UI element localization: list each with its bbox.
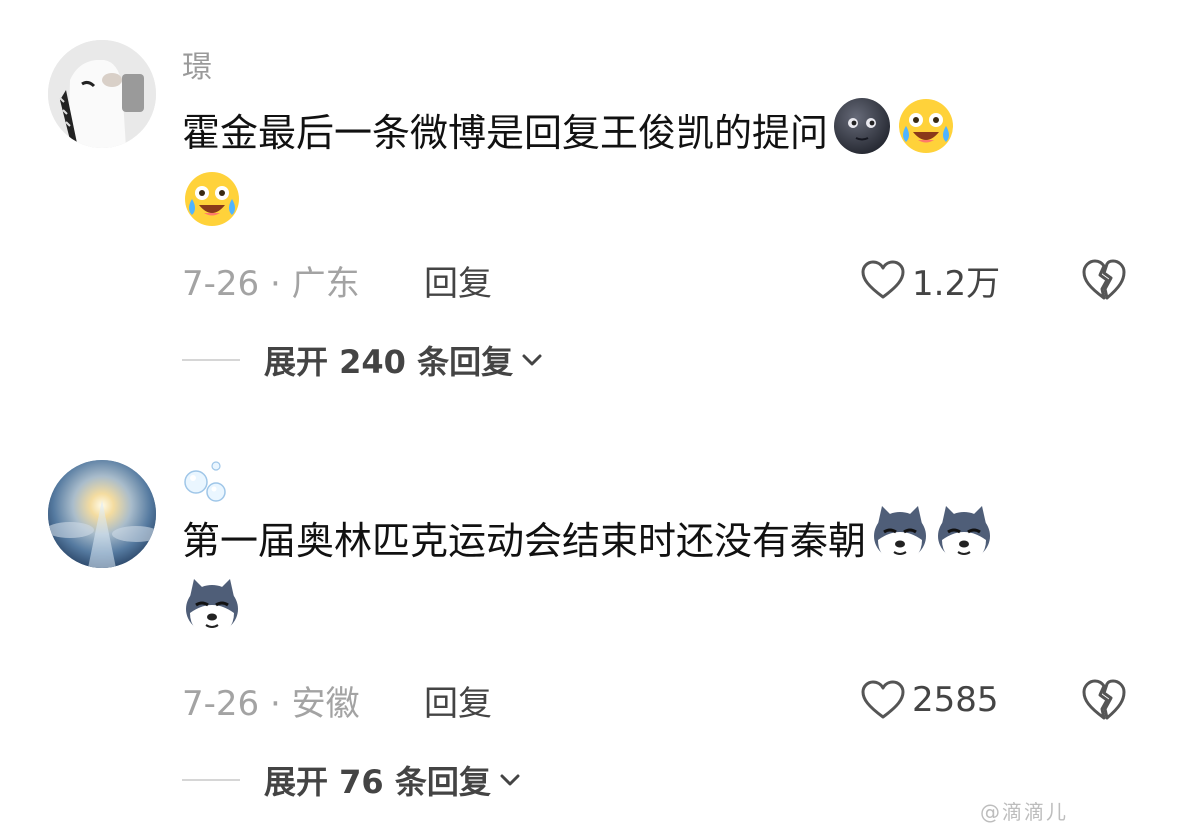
divider-line bbox=[182, 359, 240, 361]
username[interactable]: 璟 bbox=[182, 42, 212, 86]
crying-laughing-face-icon bbox=[182, 169, 242, 229]
comment-date-location: 7-26 · 广东 bbox=[182, 263, 360, 304]
bubbles-icon bbox=[184, 461, 226, 502]
chevron-down-icon bbox=[500, 774, 520, 786]
expand-replies-label: 展开 76 条回复 bbox=[264, 763, 491, 801]
heart-outline-icon bbox=[861, 260, 905, 299]
like-button[interactable]: 2585 bbox=[860, 678, 999, 722]
comment-date-location: 7-26 · 安徽 bbox=[182, 683, 360, 724]
divider-line bbox=[182, 779, 240, 781]
watermark: @滴滴儿 bbox=[980, 800, 1068, 824]
comments-page: 璟 霍金最后一条微博是回复王俊凯的提问 7-26 · 广东 回复 1.2万 展开… bbox=[0, 0, 1179, 833]
comment-text: 霍金最后一条微博是回复王俊凯的提问 bbox=[182, 96, 1142, 242]
reply-button[interactable]: 回复 bbox=[424, 258, 492, 304]
dislike-button[interactable] bbox=[1080, 676, 1128, 724]
expand-replies-button[interactable]: 展开 240 条回复 bbox=[182, 340, 543, 381]
heart-outline-icon bbox=[861, 680, 905, 719]
husky-dog-face-icon bbox=[934, 504, 994, 564]
like-count: 1.2万 bbox=[912, 263, 1001, 304]
avatar[interactable] bbox=[48, 460, 156, 568]
dark-moon-face-icon bbox=[832, 96, 892, 156]
broken-heart-icon bbox=[1082, 259, 1126, 300]
expand-replies-label: 展开 240 条回复 bbox=[264, 343, 514, 381]
like-count: 2585 bbox=[912, 680, 999, 720]
comment-text-content: 第一届奥林匹克运动会结束时还没有秦朝 bbox=[182, 519, 867, 563]
reply-button[interactable]: 回复 bbox=[424, 678, 492, 724]
chevron-down-icon bbox=[522, 354, 542, 366]
comment-text: 第一届奥林匹克运动会结束时还没有秦朝 bbox=[182, 504, 1142, 650]
avatar[interactable] bbox=[48, 40, 156, 148]
crying-laughing-face-icon bbox=[896, 96, 956, 156]
husky-dog-face-icon bbox=[182, 577, 242, 637]
dislike-button[interactable] bbox=[1080, 256, 1128, 304]
comment-text-content: 霍金最后一条微博是回复王俊凯的提问 bbox=[182, 111, 829, 155]
expand-replies-button[interactable]: 展开 76 条回复 bbox=[182, 760, 521, 801]
husky-dog-face-icon bbox=[870, 504, 930, 564]
broken-heart-icon bbox=[1082, 679, 1126, 720]
like-button[interactable]: 1.2万 bbox=[860, 258, 1001, 304]
